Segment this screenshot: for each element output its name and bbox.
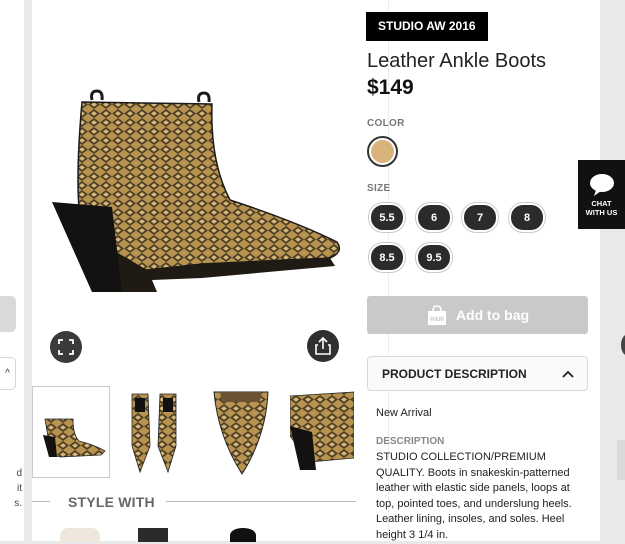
size-option[interactable]: 8 bbox=[511, 205, 543, 230]
style-with-header: STYLE WITH bbox=[32, 494, 356, 510]
style-with-rule-right bbox=[166, 501, 356, 502]
style-with-item[interactable] bbox=[60, 528, 100, 542]
right-partial-button[interactable] bbox=[621, 334, 625, 356]
thumbnail-heel-closeup-image bbox=[290, 391, 354, 470]
description-label: DESCRIPTION bbox=[376, 436, 445, 447]
product-main-image[interactable] bbox=[52, 82, 352, 297]
chat-label: CHAT WITH US bbox=[585, 198, 618, 217]
size-option[interactable]: 9.5 bbox=[418, 245, 450, 270]
bag-icon-text: H&M bbox=[430, 317, 444, 323]
chat-with-us-button[interactable]: CHAT WITH US bbox=[578, 160, 625, 229]
style-with-rule-left bbox=[32, 501, 50, 502]
left-partial-text: d it s. bbox=[14, 468, 22, 509]
color-swatch-fill bbox=[371, 140, 394, 163]
chat-bubble-icon bbox=[589, 173, 614, 196]
color-label: COLOR bbox=[367, 118, 405, 129]
size-label: SIZE bbox=[367, 183, 391, 194]
style-with-item[interactable] bbox=[138, 528, 168, 542]
thumbnail-heel-closeup[interactable] bbox=[290, 386, 354, 478]
color-swatch-selected[interactable] bbox=[367, 136, 398, 167]
product-description-header: PRODUCT DESCRIPTION bbox=[382, 366, 527, 381]
product-price: $149 bbox=[367, 76, 414, 99]
expand-icon bbox=[58, 339, 74, 355]
thumbnail-toe-view[interactable] bbox=[206, 386, 284, 478]
size-option[interactable]: 7 bbox=[464, 205, 496, 230]
chevron-up-icon: ^ bbox=[5, 368, 10, 379]
add-to-bag-button[interactable]: H&M Add to bag bbox=[367, 296, 588, 334]
new-arrival-text: New Arrival bbox=[376, 407, 432, 419]
thumbnail-toe-view-image bbox=[213, 391, 269, 475]
share-icon bbox=[315, 337, 331, 355]
product-page: STYLE WITH STUDIO AW 2016 Leather Ankle … bbox=[32, 0, 600, 542]
right-partial-panel bbox=[617, 440, 625, 480]
style-with-label: STYLE WITH bbox=[68, 494, 155, 510]
share-button[interactable] bbox=[307, 330, 339, 362]
left-partial-collapse[interactable]: ^ bbox=[0, 357, 16, 390]
thumbnail-side-view-image bbox=[43, 418, 106, 458]
collection-badge: STUDIO AW 2016 bbox=[366, 12, 488, 41]
style-with-item[interactable] bbox=[230, 528, 256, 542]
left-partial-pane: ^ d it s. bbox=[0, 0, 24, 541]
product-title: Leather Ankle Boots bbox=[367, 50, 547, 72]
thumbnail-pair-top-view[interactable] bbox=[120, 386, 198, 478]
thumbnail-pair-top-view-image bbox=[131, 393, 177, 474]
size-option[interactable]: 5.5 bbox=[371, 205, 403, 230]
add-to-bag-label: Add to bag bbox=[455, 307, 530, 323]
size-option[interactable]: 6 bbox=[418, 205, 450, 230]
product-description-toggle[interactable]: PRODUCT DESCRIPTION bbox=[367, 356, 588, 391]
expand-button[interactable] bbox=[50, 331, 82, 363]
shopping-bag-icon: H&M bbox=[426, 304, 448, 326]
size-option[interactable]: 8.5 bbox=[371, 245, 403, 270]
left-partial-button[interactable] bbox=[0, 296, 16, 332]
thumbnail-side-view[interactable] bbox=[32, 386, 110, 478]
chevron-up-icon bbox=[562, 370, 574, 378]
description-text: STUDIO COLLECTION/PREMIUM QUALITY. Boots… bbox=[376, 451, 572, 541]
